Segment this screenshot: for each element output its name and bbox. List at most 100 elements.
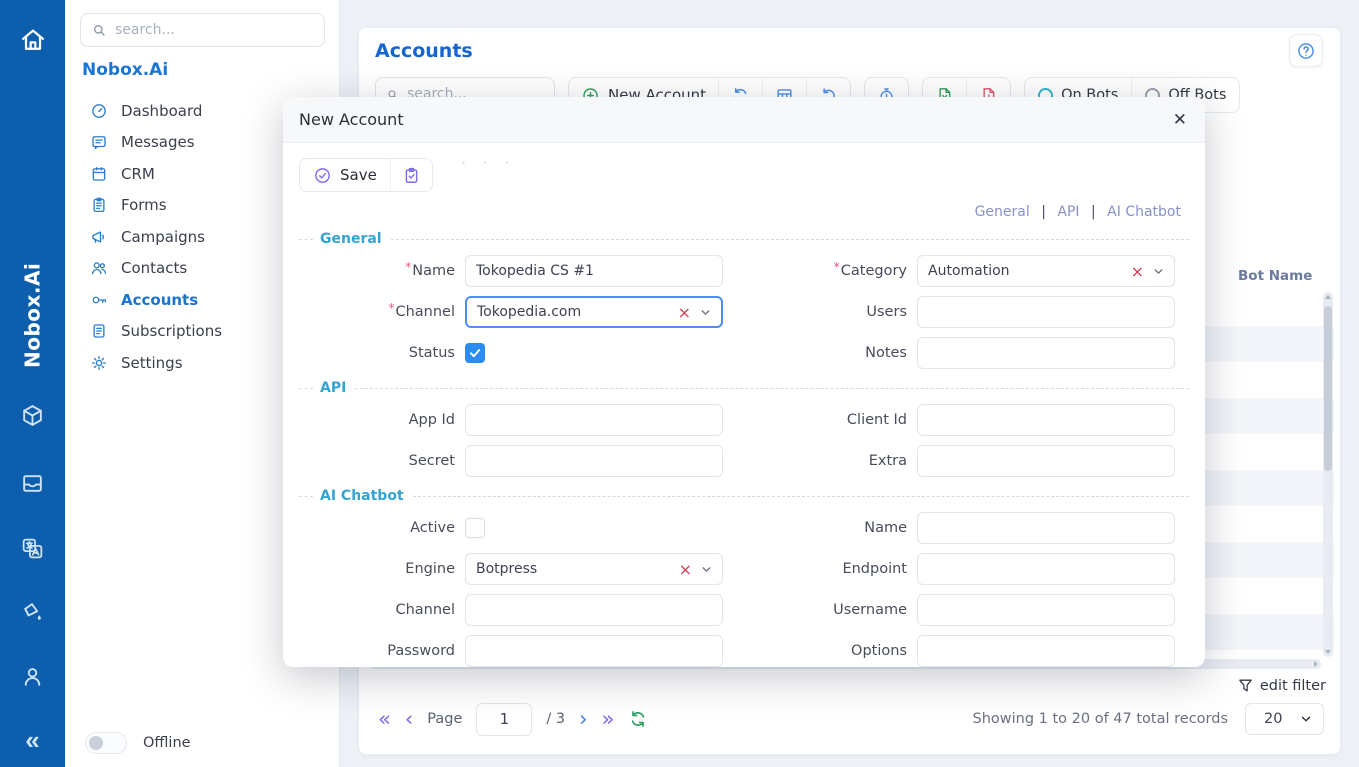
- first-page-button[interactable]: «: [378, 709, 391, 730]
- home-icon[interactable]: [0, 20, 65, 60]
- channel-label: *Channel: [299, 304, 465, 320]
- channel-field: *Channel Tokopedia.com ×: [299, 296, 737, 328]
- sidebar-item-label: Campaigns: [121, 228, 205, 246]
- help-button[interactable]: [1289, 34, 1323, 67]
- page-size-select[interactable]: 20: [1245, 703, 1324, 735]
- clipboard-check-button[interactable]: [391, 159, 432, 191]
- chevron-down-icon[interactable]: [700, 563, 713, 576]
- bot-channel-input[interactable]: [465, 594, 723, 626]
- client-id-field: Client Id: [751, 404, 1189, 436]
- people-icon: [90, 259, 108, 277]
- endpoint-label: Endpoint: [751, 561, 917, 577]
- secret-label: Secret: [299, 453, 465, 469]
- app-id-label: App Id: [299, 412, 465, 428]
- reload-table-button[interactable]: [628, 709, 648, 729]
- endpoint-input[interactable]: [917, 553, 1175, 585]
- user-icon[interactable]: [0, 656, 65, 696]
- paint-bucket-icon[interactable]: [0, 592, 65, 632]
- next-page-button[interactable]: ›: [579, 709, 587, 730]
- page-number-input[interactable]: [476, 703, 532, 736]
- prev-page-button[interactable]: ‹: [405, 709, 413, 730]
- section-api-title: API: [320, 380, 355, 396]
- secret-input[interactable]: [465, 445, 723, 477]
- status-label: Status: [299, 345, 465, 361]
- extra-field: Extra: [751, 445, 1189, 477]
- category-select[interactable]: Automation ×: [917, 255, 1175, 287]
- required-marker: *: [388, 301, 394, 315]
- users-input[interactable]: [917, 296, 1175, 328]
- modal-body: Save · · · General | API | AI Chatbot Ge…: [283, 143, 1205, 667]
- vertical-scrollbar[interactable]: [1323, 292, 1333, 657]
- options-label: Options: [751, 643, 917, 659]
- category-field: *Category Automation ×: [751, 255, 1189, 287]
- engine-field: Engine Botpress ×: [299, 553, 737, 585]
- status-field: Status: [299, 337, 737, 369]
- username-input[interactable]: [917, 594, 1175, 626]
- clear-icon[interactable]: ×: [679, 560, 692, 579]
- scroll-up-arrow-icon[interactable]: [1325, 295, 1331, 299]
- translate-icon[interactable]: [0, 528, 65, 568]
- gear-icon: [90, 354, 108, 372]
- tab-api[interactable]: API: [1057, 204, 1079, 220]
- inbox-tray-icon[interactable]: [0, 463, 65, 503]
- active-checkbox[interactable]: [465, 518, 485, 538]
- password-field: Password: [299, 635, 737, 667]
- form-row: Password Options: [299, 635, 1189, 667]
- status-checkbox[interactable]: [465, 343, 485, 363]
- edit-filter-label: edit filter: [1260, 678, 1326, 694]
- options-field: Options: [751, 635, 1189, 667]
- bot-name-input[interactable]: [917, 512, 1175, 544]
- password-input[interactable]: [465, 635, 723, 667]
- notes-input[interactable]: [917, 337, 1175, 369]
- dashed-rule: [299, 388, 313, 389]
- extra-input[interactable]: [917, 445, 1175, 477]
- icon-rail: Nobox.Ai «: [0, 0, 65, 767]
- clear-icon[interactable]: ×: [1131, 262, 1144, 281]
- required-marker: *: [834, 260, 840, 274]
- client-id-input[interactable]: [917, 404, 1175, 436]
- refresh-icon: [628, 709, 648, 729]
- dashed-rule: [391, 239, 1189, 240]
- channel-select[interactable]: Tokopedia.com ×: [465, 296, 723, 328]
- vertical-scrollbar-thumb[interactable]: [1324, 306, 1332, 471]
- sidebar-search[interactable]: [80, 13, 325, 47]
- offline-toggle[interactable]: [85, 732, 127, 754]
- sidebar-item-label: Accounts: [121, 291, 198, 309]
- engine-value: Botpress: [476, 561, 537, 577]
- name-input[interactable]: [465, 255, 723, 287]
- question-icon: [1296, 41, 1316, 61]
- close-icon[interactable]: ✕: [1173, 110, 1187, 130]
- key-icon: [90, 291, 108, 309]
- chevron-down-icon[interactable]: [1152, 265, 1165, 278]
- scroll-right-arrow-icon[interactable]: [1314, 661, 1318, 667]
- tab-ai-chatbot[interactable]: AI Chatbot: [1107, 204, 1181, 220]
- chevron-down-icon[interactable]: [699, 306, 712, 319]
- tab-separator: |: [1041, 204, 1046, 220]
- username-field: Username: [751, 594, 1189, 626]
- notes-field: Notes: [751, 337, 1189, 369]
- category-label: *Category: [751, 263, 917, 279]
- sidebar-search-input[interactable]: [115, 22, 314, 38]
- save-button[interactable]: Save: [300, 159, 391, 191]
- required-marker: *: [405, 260, 411, 274]
- section-general: General: [299, 229, 1189, 249]
- tab-general[interactable]: General: [975, 204, 1030, 220]
- scroll-down-arrow-icon[interactable]: [1325, 650, 1331, 654]
- options-input[interactable]: [917, 635, 1175, 667]
- clear-icon[interactable]: ×: [678, 303, 691, 322]
- modal-title: New Account: [299, 110, 404, 129]
- offline-control: Offline: [85, 732, 191, 754]
- last-page-button[interactable]: »: [602, 709, 615, 730]
- collapse-sidebar-icon[interactable]: «: [0, 720, 65, 760]
- form-row: *Name *Category Automation ×: [299, 255, 1189, 287]
- page-label: Page: [427, 711, 462, 727]
- client-id-label: Client Id: [751, 412, 917, 428]
- save-label: Save: [340, 166, 377, 184]
- dashed-rule: [299, 496, 313, 497]
- edit-filter-link[interactable]: edit filter: [1237, 677, 1326, 694]
- column-header-bot-name[interactable]: Bot Name: [1238, 268, 1312, 284]
- engine-select[interactable]: Botpress ×: [465, 553, 723, 585]
- app-id-input[interactable]: [465, 404, 723, 436]
- cube-icon[interactable]: [0, 395, 65, 435]
- page-title: Accounts: [375, 40, 473, 62]
